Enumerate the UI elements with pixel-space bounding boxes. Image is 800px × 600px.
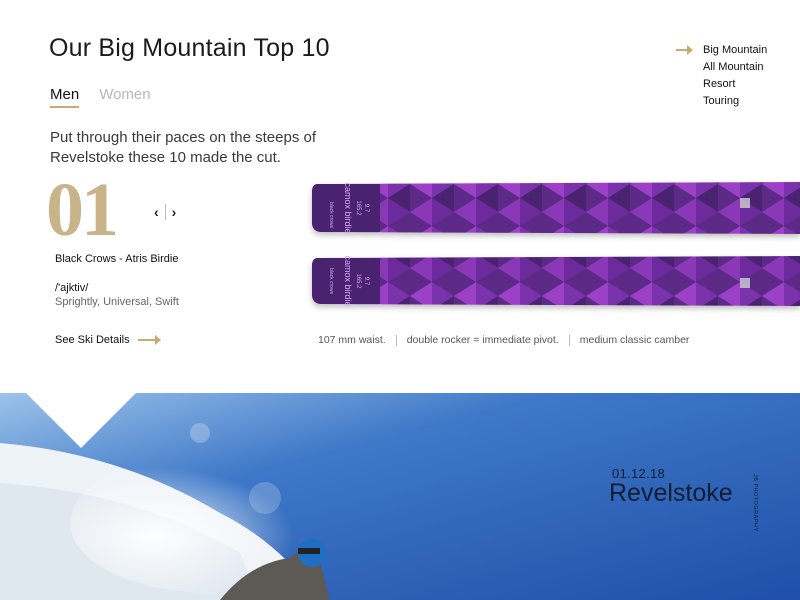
photo-credit: JB PHOTOGRAPHY xyxy=(752,474,758,532)
gender-tabs: Men Women xyxy=(50,86,151,108)
ski-top xyxy=(312,182,800,234)
category-item-resort[interactable]: Resort xyxy=(676,76,767,93)
ski-phonetic: /'ajktiv/ xyxy=(55,282,89,294)
category-item-all-mountain[interactable]: All Mountain xyxy=(676,59,767,76)
pager-divider xyxy=(164,204,166,220)
ski-length-text: 165.2 xyxy=(355,200,361,216)
category-item-big-mountain[interactable]: Big Mountain xyxy=(676,42,767,59)
notch-marker xyxy=(26,393,136,448)
see-ski-details-link[interactable]: See Ski Details xyxy=(55,334,161,346)
ski-specs: 107 mm waist. double rocker = immediate … xyxy=(318,334,689,346)
spec-camber: medium classic camber xyxy=(579,334,690,346)
ski-size-text: 9.7 xyxy=(363,277,369,286)
ski-model-text: camox birdie xyxy=(343,255,353,306)
spec-rocker: double rocker = immediate pivot. xyxy=(406,334,559,346)
ski-bottom xyxy=(312,256,800,306)
tab-women[interactable]: Women xyxy=(99,86,150,108)
arrow-right-icon xyxy=(676,45,693,55)
next-arrow-icon[interactable]: › xyxy=(172,204,177,220)
ski-brand-text: black crows xyxy=(328,268,334,295)
ski-size-text: 9.7 xyxy=(363,204,369,213)
category-nav: Big Mountain All Mountain Resort Touring xyxy=(676,42,767,110)
see-ski-details-label: See Ski Details xyxy=(55,334,130,346)
ski-name: Black Crows - Atris Birdie xyxy=(55,253,179,265)
spec-waist: 107 mm waist. xyxy=(318,334,386,346)
category-item-touring[interactable]: Touring xyxy=(676,93,767,110)
spec-divider xyxy=(395,334,397,346)
page-title: Our Big Mountain Top 10 xyxy=(49,34,330,62)
prev-arrow-icon[interactable]: ‹ xyxy=(154,204,159,220)
ski-brand-text: black crows xyxy=(328,202,334,229)
arrow-right-icon xyxy=(137,335,161,345)
spec-divider xyxy=(568,334,570,346)
tab-men[interactable]: Men xyxy=(50,86,80,108)
intro-text: Put through their paces on the steeps of… xyxy=(50,129,317,166)
category-label: All Mountain xyxy=(703,61,764,73)
category-label: Big Mountain xyxy=(703,44,768,56)
ski-pair-image: black crows camox birdie 165.2 9.7 black… xyxy=(312,182,800,307)
ski-adjectives: Sprightly, Universal, Swift xyxy=(55,296,179,308)
ski-pager: ‹ › xyxy=(154,204,176,220)
category-label: Resort xyxy=(703,78,736,90)
hero-location: Revelstoke xyxy=(609,479,733,507)
category-label: Touring xyxy=(703,95,740,107)
ski-model-text: camox birdie xyxy=(343,182,353,233)
ski-length-text: 165.2 xyxy=(355,273,361,289)
rank-number: 01 xyxy=(46,168,119,252)
